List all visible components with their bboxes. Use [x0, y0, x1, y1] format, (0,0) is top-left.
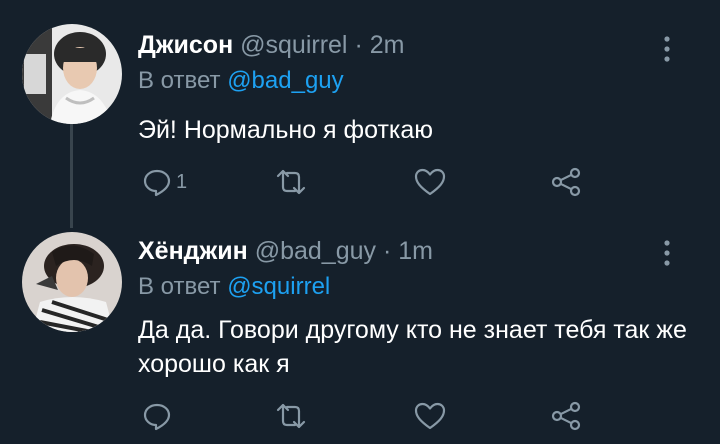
more-icon[interactable]: [662, 240, 672, 266]
retweet-icon: [276, 403, 306, 429]
action-bar: [138, 396, 608, 436]
reply-prefix: В ответ: [138, 273, 221, 300]
share-button[interactable]: [550, 396, 582, 436]
reply-context: В ответ @squirrel: [138, 272, 330, 302]
reply-button[interactable]: [142, 396, 176, 436]
tweet-text: Да да. Говори другому кто не знает тебя …: [138, 316, 687, 378]
reply-icon: [143, 403, 171, 431]
tweet[interactable]: Хёнджин @bad_guy · 1m В ответ @squirrel …: [0, 0, 720, 444]
like-button[interactable]: [414, 396, 446, 436]
display-name[interactable]: Хёнджин: [138, 237, 248, 265]
separator: ·: [382, 237, 392, 265]
mention-link[interactable]: @squirrel: [227, 273, 330, 300]
timestamp[interactable]: 1m: [398, 237, 433, 265]
like-icon: [414, 402, 446, 430]
handle[interactable]: @bad_guy: [255, 237, 376, 265]
tweet-header: Хёнджин @bad_guy · 1m: [138, 236, 433, 266]
share-icon: [551, 401, 581, 431]
retweet-button[interactable]: [273, 396, 309, 436]
